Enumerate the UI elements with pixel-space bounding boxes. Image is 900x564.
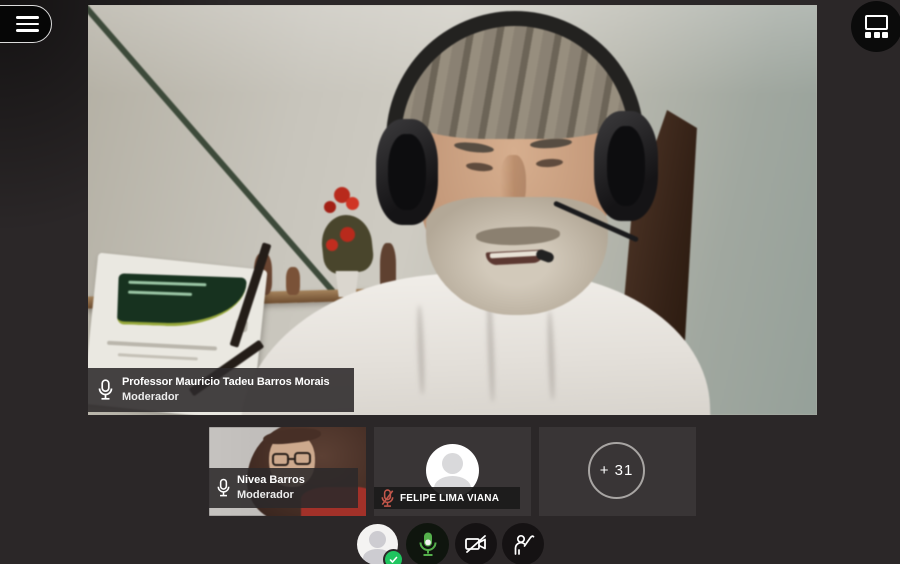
- microphone-on-icon: [418, 531, 438, 558]
- camera-button[interactable]: [455, 523, 497, 564]
- microphone-icon: [217, 478, 230, 498]
- layout-grid-icon: [865, 15, 888, 39]
- main-video-tile[interactable]: Professor Mauricio Tadeu Barros Morais M…: [88, 5, 817, 415]
- participant-tile-nivea[interactable]: Nivea Barros Moderador: [209, 427, 366, 516]
- main-speaker-label: Professor Mauricio Tadeu Barros Morais M…: [88, 368, 354, 412]
- microphone-button[interactable]: [406, 523, 449, 564]
- profile-button[interactable]: [357, 524, 398, 564]
- camera-off-icon: [464, 534, 488, 554]
- layout-button[interactable]: [851, 1, 900, 52]
- participant-role: Moderador: [237, 488, 305, 503]
- overflow-count-circle: + 31: [588, 442, 645, 499]
- raise-hand-icon: [511, 532, 535, 556]
- microphone-icon: [98, 379, 113, 401]
- check-badge-icon: [383, 549, 404, 564]
- participant-label: FELIPE LIMA VIANA: [374, 487, 520, 509]
- menu-button[interactable]: [0, 5, 52, 43]
- main-speaker-role: Moderador: [122, 390, 330, 405]
- hamburger-icon: [16, 16, 39, 19]
- microphone-muted-icon: [381, 489, 394, 508]
- video-conference-app: Professor Mauricio Tadeu Barros Morais M…: [0, 0, 900, 564]
- main-speaker-name: Professor Mauricio Tadeu Barros Morais: [122, 375, 330, 390]
- main-video-feed: [88, 5, 817, 415]
- more-participants-tile[interactable]: + 31: [539, 427, 696, 516]
- participant-label: Nivea Barros Moderador: [209, 468, 358, 508]
- raise-hand-button[interactable]: [502, 523, 544, 564]
- participant-name: Nivea Barros: [237, 473, 305, 488]
- participant-name: FELIPE LIMA VIANA: [400, 493, 499, 504]
- overflow-count: + 31: [600, 462, 634, 479]
- participant-tile-felipe[interactable]: FELIPE LIMA VIANA: [374, 427, 531, 516]
